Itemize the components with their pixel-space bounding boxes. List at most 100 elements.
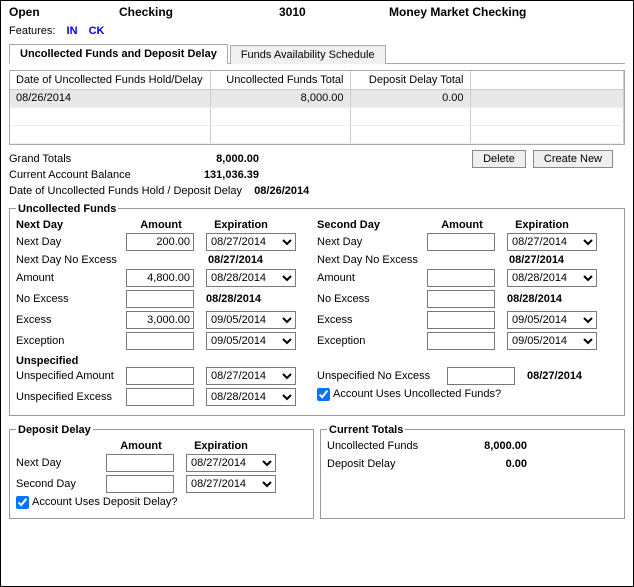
excess-input[interactable] [126,311,194,329]
grand-totals-label: Grand Totals [9,153,159,165]
unspec-amount-exp-select[interactable]: 08/27/2014 [206,367,296,385]
excess-label: Excess [16,314,126,326]
r-no-excess-exp: 08/28/2014 [507,293,597,305]
cell-date: 08/26/2014 [10,89,210,107]
unspec-ne-input[interactable] [447,367,515,385]
exception-label: Exception [16,335,126,347]
unspecified-legend: Unspecified [16,355,618,367]
features-label: Features: [9,25,55,37]
r-next-day-ne-exp: 08/27/2014 [509,254,599,266]
r-next-day-exp-select[interactable]: 08/27/2014 [507,233,597,251]
unspec-excess-label: Unspecified Excess [16,391,126,403]
uncollected-funds-group: Uncollected Funds Next Day Amount Expira… [9,203,625,416]
ct-ucf-value: 8,000.00 [457,440,527,452]
ct-dd-label: Deposit Delay [327,458,457,470]
r-next-day-ne-label: Next Day No Excess [317,254,427,266]
feature-link-in[interactable]: IN [67,25,78,37]
status-text: Open [9,5,119,19]
create-new-button[interactable]: Create New [533,150,613,168]
uses-ucf-checkbox[interactable] [317,388,330,401]
col-expiration2: Expiration [497,219,587,231]
amount-input[interactable] [126,269,194,287]
amount-label: Amount [16,272,126,284]
r-no-excess-label: No Excess [317,293,427,305]
code-text: 3010 [279,5,389,19]
exception-exp-select[interactable]: 09/05/2014 [206,332,296,350]
dd-next-day-label: Next Day [16,457,106,469]
balance-label: Current Account Balance [9,169,159,181]
r-exception-input[interactable] [427,332,495,350]
unspec-ne-exp: 08/27/2014 [527,370,582,382]
r-exception-exp-select[interactable]: 09/05/2014 [507,332,597,350]
col-amount2: Amount [427,219,497,231]
tab-funds-availability[interactable]: Funds Availability Schedule [230,45,386,64]
grid-header-date: Date of Uncollected Funds Hold/Delay [10,71,210,89]
excess-exp-select[interactable]: 09/05/2014 [206,311,296,329]
dd-legend: Deposit Delay [16,424,93,436]
next-day-ne-label: Next Day No Excess [16,254,126,266]
table-row[interactable] [10,107,624,125]
cell-ucf: 8,000.00 [210,89,350,107]
tab-uncollected-funds[interactable]: Uncollected Funds and Deposit Delay [9,44,228,64]
ct-dd-value: 0.00 [457,458,527,470]
features-row: Features: IN CK [9,25,625,37]
account-header: Open Checking 3010 Money Market Checking [9,5,625,19]
r-excess-label: Excess [317,314,427,326]
next-day-ne-exp: 08/27/2014 [208,254,298,266]
col-next-day: Next Day [16,219,126,231]
dd-next-day-input[interactable] [106,454,174,472]
amount-exp-select[interactable]: 08/28/2014 [206,269,296,287]
uses-ucf-label: Account Uses Uncollected Funds? [333,388,501,400]
dd-col-exp: Expiration [176,440,266,452]
r-amount-input[interactable] [427,269,495,287]
delete-button[interactable]: Delete [472,150,526,168]
col-second-day: Second Day [317,219,427,231]
current-totals-group: Current Totals Uncollected Funds 8,000.0… [320,424,625,519]
grid-header-ucf: Uncollected Funds Total [210,71,350,89]
ct-ucf-label: Uncollected Funds [327,440,457,452]
col-amount: Amount [126,219,196,231]
unspec-amount-label: Unspecified Amount [16,370,126,382]
next-day-label: Next Day [16,236,126,248]
ucf-legend: Uncollected Funds [16,203,118,215]
next-day-exp-select[interactable]: 08/27/2014 [206,233,296,251]
unspec-amount-input[interactable] [126,367,194,385]
unspec-excess-input[interactable] [126,388,194,406]
r-next-day-input[interactable] [427,233,495,251]
dd-second-day-label: Second Day [16,478,106,490]
r-exception-label: Exception [317,335,427,347]
balance-value: 131,036.39 [159,169,259,181]
feature-link-ck[interactable]: CK [89,25,105,37]
uses-dd-label: Account Uses Deposit Delay? [32,496,178,508]
next-day-amount-input[interactable] [126,233,194,251]
unspec-excess-exp-select[interactable]: 08/28/2014 [206,388,296,406]
product-text: Checking [119,5,279,19]
r-excess-exp-select[interactable]: 09/05/2014 [507,311,597,329]
r-next-day-label: Next Day [317,236,427,248]
exception-input[interactable] [126,332,194,350]
unspec-ne-label: Unspecified No Excess [317,370,447,382]
dd-next-day-exp-select[interactable]: 08/27/2014 [186,454,276,472]
uses-dd-checkbox[interactable] [16,496,29,509]
date-hold-label: Date of Uncollected Funds Hold / Deposit… [9,185,242,197]
table-row[interactable] [10,125,624,143]
table-row[interactable]: 08/26/2014 8,000.00 0.00 [10,89,624,107]
grand-totals-value: 8,000.00 [159,153,259,165]
r-no-excess-input[interactable] [427,290,495,308]
dd-second-day-exp-select[interactable]: 08/27/2014 [186,475,276,493]
deposit-delay-group: Deposit Delay Amount Expiration Next Day… [9,424,314,519]
cell-dd: 0.00 [350,89,470,107]
no-excess-input[interactable] [126,290,194,308]
grid-header-dd: Deposit Delay Total [350,71,470,89]
no-excess-exp: 08/28/2014 [206,293,296,305]
col-expiration: Expiration [196,219,286,231]
ct-legend: Current Totals [327,424,405,436]
date-hold-value: 08/26/2014 [254,185,309,197]
tab-bar: Uncollected Funds and Deposit Delay Fund… [9,43,625,64]
r-excess-input[interactable] [427,311,495,329]
dd-second-day-input[interactable] [106,475,174,493]
r-amount-exp-select[interactable]: 08/28/2014 [507,269,597,287]
holds-grid[interactable]: Date of Uncollected Funds Hold/Delay Unc… [9,70,625,145]
grid-header-blank [470,71,624,89]
r-amount-label: Amount [317,272,427,284]
